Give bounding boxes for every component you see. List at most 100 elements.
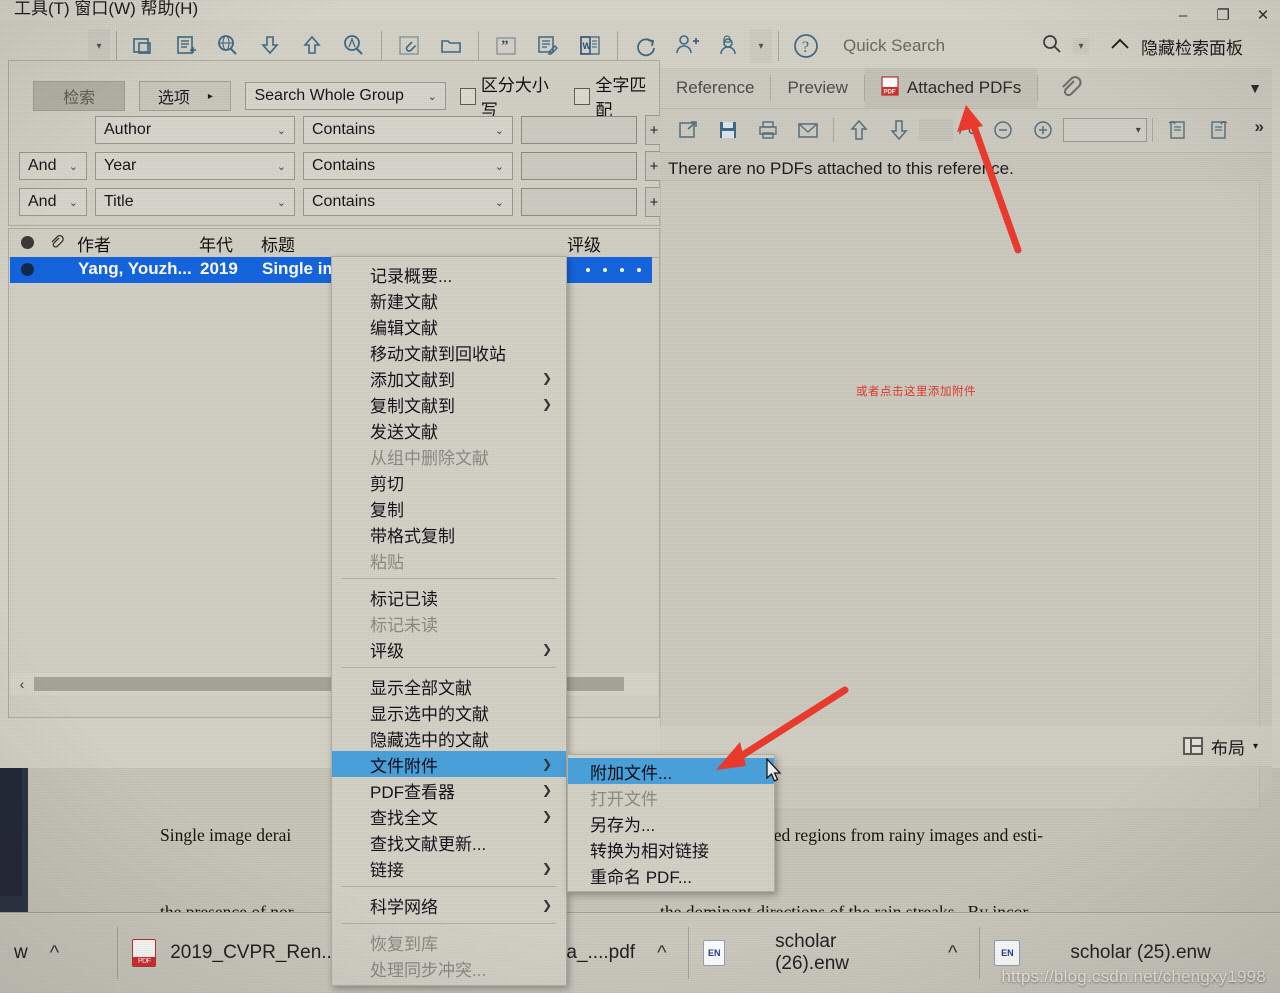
options-button[interactable]: 选项 ▸ [139, 81, 232, 111]
context-menu-item[interactable]: 记录概要... [332, 261, 566, 287]
column-header-year[interactable]: 年代 [199, 231, 233, 256]
print-icon[interactable] [748, 112, 788, 148]
layout-button[interactable]: 布局 ▾ [1182, 734, 1258, 759]
query-operator-select[interactable]: Contains ⌄ [303, 188, 513, 216]
submenu-item[interactable]: 另存为... [568, 810, 774, 836]
context-menu[interactable]: 记录概要... 新建文献 编辑文献 移动文献到回收站 添加文献到 ❯ 复制文献到 ❯ 发送文献从… [331, 256, 567, 986]
context-menu-item[interactable]: 编辑文献 [332, 313, 566, 339]
more-tools-icon[interactable]: » [1255, 117, 1264, 137]
query-field-select[interactable]: Author ⌄ [95, 116, 295, 144]
chevron-down-icon[interactable]: ▾ [1253, 741, 1258, 752]
query-conjunction-select[interactable]: And ⌄ [19, 188, 87, 216]
context-menu-item[interactable]: 添加文献到 ❯ [332, 365, 566, 391]
query-field-select[interactable]: Title ⌄ [95, 188, 295, 216]
options-caret-icon: ▸ [207, 90, 213, 102]
context-menu-item-label: 剪切 [370, 474, 404, 494]
query-text-input[interactable] [521, 188, 637, 216]
right-panel-tabs[interactable]: Reference Preview PDF Attached PDFs ▼ [660, 68, 1272, 109]
zoom-in-icon[interactable] [1023, 112, 1063, 148]
chevron-up-icon[interactable]: ^ [649, 942, 674, 965]
sticky-note-icon[interactable] [1198, 112, 1238, 148]
match-words-checkbox[interactable]: 全字匹配 [574, 71, 659, 121]
menu-bar[interactable]: 工具(T) 窗口(W) 帮助(H) [0, 0, 1280, 20]
context-menu-item[interactable]: 发送文献 [332, 417, 566, 443]
context-menu-item[interactable]: 复制文献到 ❯ [332, 391, 566, 417]
email-icon[interactable] [788, 112, 828, 148]
zoom-level-select[interactable]: ▾ [1062, 118, 1147, 142]
cell-title: Single im [262, 259, 338, 278]
column-header-title[interactable]: 标题 [261, 231, 295, 256]
menu-bar-labels[interactable]: 工具(T) 窗口(W) 帮助(H) [14, 0, 198, 19]
context-menu-item[interactable]: 查找全文 ❯ [332, 803, 566, 829]
context-menu-item[interactable]: 移动文献到回收站 [332, 339, 566, 365]
context-menu-item[interactable]: 标记已读 [332, 584, 566, 610]
context-menu-item[interactable]: 显示全部文献 [332, 673, 566, 699]
pdf-empty-area[interactable] [660, 180, 1260, 810]
chevron-right-icon: ❯ [541, 642, 552, 656]
scroll-left-icon[interactable]: ‹ [10, 676, 34, 692]
context-menu-item[interactable]: 评级 ❯ [332, 636, 566, 662]
column-header-author[interactable]: 作者 [77, 231, 111, 256]
activity-feed-caret[interactable]: ▾ [750, 29, 772, 63]
taskbar-item[interactable]: w ^ [0, 923, 117, 983]
checkbox-box[interactable] [459, 87, 476, 105]
query-conjunction-select[interactable]: And ⌄ [19, 152, 87, 180]
column-header-rating[interactable]: 评级 [567, 231, 601, 256]
paperclip-icon[interactable] [1038, 68, 1100, 108]
next-page-icon[interactable] [879, 112, 919, 148]
toolbar-overflow-caret[interactable]: ▾ [88, 29, 110, 63]
quick-search-input[interactable]: Quick Search [843, 36, 1033, 56]
chevron-down-icon: ⌄ [276, 160, 286, 173]
tab-attached-pdfs[interactable]: PDF Attached PDFs [864, 68, 1038, 108]
chevron-up-icon[interactable]: ^ [42, 942, 67, 965]
reference-list-header[interactable]: 作者 年代 标题 评级 [9, 229, 659, 258]
query-operator-select[interactable]: Contains ⌄ [303, 116, 513, 144]
activity-feed-icon[interactable] [708, 27, 750, 65]
prev-page-icon[interactable] [839, 112, 879, 148]
context-menu-item[interactable]: 复制 [332, 495, 566, 521]
query-text-input[interactable] [521, 152, 637, 180]
context-menu-item[interactable]: 隐藏选中的文献 [332, 725, 566, 751]
hide-search-panel-button[interactable]: 隐藏检索面板 [1109, 34, 1243, 59]
quick-search-caret-icon[interactable]: ▾ [1073, 38, 1089, 54]
cell-rating[interactable] [577, 257, 652, 283]
query-text-input[interactable] [521, 116, 637, 144]
taskbar-item[interactable]: EN scholar (26).enw ^ [689, 923, 979, 983]
context-menu-item[interactable]: 文件附件 ❯ [332, 751, 566, 777]
context-menu-item[interactable]: 剪切 [332, 469, 566, 495]
context-menu-item[interactable]: 显示选中的文献 [332, 699, 566, 725]
file-attachments-submenu[interactable]: 附加文件... 打开文件 另存为... 转换为相对链接 重命名 PDF... [567, 754, 775, 892]
context-menu-item[interactable]: 带格式复制 [332, 521, 566, 547]
search-button[interactable]: 检索 [33, 81, 126, 111]
context-menu-item[interactable]: PDF查看器 ❯ [332, 777, 566, 803]
add-note-icon[interactable] [1158, 112, 1198, 148]
query-row: Author ⌄ Contains ⌄ + [95, 115, 663, 145]
context-menu-item[interactable]: 链接 ❯ [332, 855, 566, 881]
context-menu-item: 从组中删除文献 [332, 443, 566, 469]
query-field-select[interactable]: Year ⌄ [95, 152, 295, 180]
match-case-checkbox[interactable]: 区分大小写 [459, 71, 561, 121]
context-menu-item-label: 从组中删除文献 [370, 448, 489, 468]
query-operator-select[interactable]: Contains ⌄ [303, 152, 513, 180]
submenu-item[interactable]: 重命名 PDF... [568, 862, 774, 888]
submenu-item[interactable]: 转换为相对链接 [568, 836, 774, 862]
context-menu-item[interactable]: 科学网络 ❯ [332, 892, 566, 918]
page-number-input[interactable] [919, 119, 953, 141]
save-icon[interactable] [708, 112, 748, 148]
help-icon[interactable]: ? [785, 27, 827, 65]
share-library-icon[interactable] [666, 27, 708, 65]
tab-preview[interactable]: Preview [771, 68, 863, 108]
search-scope-select[interactable]: Search Whole Group ⌄ [245, 82, 446, 110]
panel-expand-caret-icon[interactable]: ▼ [1248, 80, 1262, 96]
context-menu-item[interactable]: 新建文献 [332, 287, 566, 313]
open-external-icon[interactable] [668, 112, 708, 148]
checkbox-box[interactable] [574, 87, 591, 105]
pdf-toolbar[interactable]: / 0 ▾ » [660, 109, 1272, 151]
tab-reference[interactable]: Reference [660, 68, 770, 108]
search-icon[interactable] [1041, 33, 1063, 60]
query-operator-value: Contains [312, 193, 376, 210]
chevron-up-icon[interactable]: ^ [940, 942, 965, 965]
submenu-item[interactable]: 附加文件... [568, 758, 774, 784]
context-menu-item[interactable]: 查找文献更新... [332, 829, 566, 855]
zoom-out-icon[interactable] [983, 112, 1023, 148]
